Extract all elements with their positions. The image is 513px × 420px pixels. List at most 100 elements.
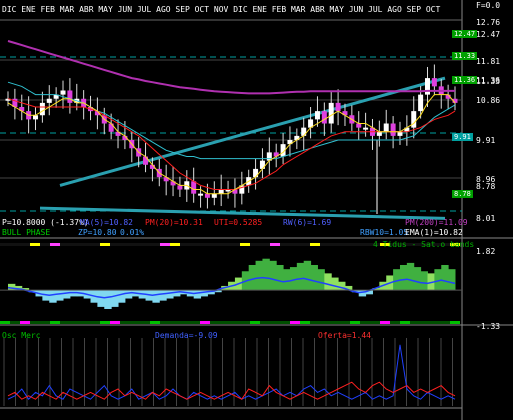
strip-bottom-6 xyxy=(60,321,70,324)
strip-bottom-39 xyxy=(390,321,400,324)
strip-bottom-35 xyxy=(350,321,360,324)
candle-body-5 xyxy=(39,102,45,116)
strip-top-22 xyxy=(220,243,230,246)
osc-bar-6 xyxy=(49,290,57,303)
strip-top-17 xyxy=(170,243,180,246)
candle-body-60 xyxy=(418,94,424,112)
strip-bottom-33 xyxy=(330,321,340,324)
osc-bar-63 xyxy=(441,264,449,291)
strip-top-23 xyxy=(230,243,240,246)
strip-bottom-4 xyxy=(40,321,50,324)
strip-top-0 xyxy=(0,243,10,246)
strip-top-32 xyxy=(320,243,330,246)
osc-bar-51 xyxy=(358,290,367,297)
strip-top-12 xyxy=(120,243,130,246)
indicator-label: P=10.8000 (-1.37%) xyxy=(2,218,89,227)
price-tag: 11.36 xyxy=(452,76,478,84)
indicator-label: EMA(1)=10.82 xyxy=(405,228,463,237)
strip-bottom-21 xyxy=(210,321,220,324)
mid-panel-title: 4 Tidus - Sat.o bands xyxy=(373,240,475,249)
strip-bottom-11 xyxy=(110,321,120,324)
osc-bar-28 xyxy=(200,290,208,297)
candle-body-47 xyxy=(328,102,334,124)
osc-bar-47 xyxy=(331,277,339,291)
candle-body-4 xyxy=(33,115,39,120)
candle-body-62 xyxy=(431,78,437,87)
strip-bottom-12 xyxy=(120,321,130,324)
strip-bottom-29 xyxy=(290,321,300,324)
strip-bottom-2 xyxy=(20,321,30,324)
demanda-label: Demanda=-9.09 xyxy=(155,331,218,340)
candle-body-20 xyxy=(143,156,149,165)
strip-bottom-3 xyxy=(30,321,40,324)
strip-top-31 xyxy=(310,243,320,246)
osc-bar-46 xyxy=(324,273,332,291)
price-scale-label: 8.78 xyxy=(476,182,496,192)
strip-top-36 xyxy=(360,243,370,246)
strip-top-33 xyxy=(330,243,340,246)
price-scale-label: 12.76 xyxy=(476,18,501,27)
candle-body-46 xyxy=(321,111,327,124)
candle-body-43 xyxy=(301,127,307,136)
strip-bottom-37 xyxy=(370,321,380,324)
strip-top-7 xyxy=(70,243,80,246)
indicator-label: 0.01% xyxy=(120,228,145,237)
strip-bottom-20 xyxy=(200,321,210,324)
trendline-1 xyxy=(39,206,446,220)
strip-top-20 xyxy=(200,243,210,246)
strip-top-19 xyxy=(190,243,200,246)
mid-panel-top-value: 1.82 xyxy=(476,247,496,256)
line-pm20 xyxy=(7,98,456,190)
osc-bar-14 xyxy=(104,290,112,309)
price-tag: 8.78 xyxy=(452,190,473,198)
indicator-label: UTI=0.5285 xyxy=(214,218,263,227)
strip-bottom-40 xyxy=(400,321,410,324)
price-tag: 9.91 xyxy=(452,133,473,141)
oferta-label: Oferta=1.44 xyxy=(318,331,371,340)
strip-top-2 xyxy=(20,243,30,246)
osc-bar-39 xyxy=(276,264,284,291)
candle-body-6 xyxy=(46,98,52,103)
strip-bottom-1 xyxy=(10,321,20,324)
series-demanda xyxy=(7,344,456,400)
line-ma5 xyxy=(7,94,456,195)
strip-bottom-8 xyxy=(80,321,90,324)
osc-bar-35 xyxy=(248,264,257,291)
line-pm200 xyxy=(7,40,455,95)
strip-top-18 xyxy=(180,243,190,246)
price-scale-label: 10.86 xyxy=(476,96,501,106)
price-scale-label: 11.81 xyxy=(476,57,501,67)
candle-body-52 xyxy=(363,127,369,130)
osc-bar-40 xyxy=(283,269,291,291)
strip-top-16 xyxy=(160,243,170,246)
strip-bottom-15 xyxy=(150,321,160,324)
indicator-label: MA(5)=10.82 xyxy=(80,218,133,227)
indicator-label: PM(20)=10.31 xyxy=(145,218,203,227)
candle-body-36 xyxy=(253,168,259,178)
strip-bottom-24 xyxy=(240,321,250,324)
month-axis-labels: DIC ENE FEB MAR ABR MAY JUN JUL AGO SEP … xyxy=(2,5,441,14)
osc-bar-13 xyxy=(97,290,105,307)
osc-bar-24 xyxy=(173,290,181,297)
candle-body-59 xyxy=(411,111,417,128)
strip-top-13 xyxy=(130,243,140,246)
candle-body-31 xyxy=(218,189,224,194)
candle-body-45 xyxy=(314,111,320,120)
mid-panel-bottom-value: -1.33 xyxy=(476,322,501,331)
strip-top-1 xyxy=(10,243,20,246)
indicator-label: RBW10=1.05 xyxy=(360,228,409,237)
strip-bottom-7 xyxy=(70,321,80,324)
strip-bottom-44 xyxy=(440,321,450,324)
candle-body-29 xyxy=(204,193,210,198)
strip-bottom-16 xyxy=(160,321,170,324)
series-oferta xyxy=(7,381,456,400)
strip-bottom-41 xyxy=(410,321,420,324)
candle-body-51 xyxy=(356,123,362,128)
strip-top-34 xyxy=(340,243,350,246)
osc-bar-44 xyxy=(310,264,318,291)
candle-body-56 xyxy=(390,123,396,136)
osc-bar-36 xyxy=(255,260,263,291)
candle-body-54 xyxy=(376,131,382,136)
strip-bottom-9 xyxy=(90,321,100,324)
candle-body-28 xyxy=(198,193,204,196)
